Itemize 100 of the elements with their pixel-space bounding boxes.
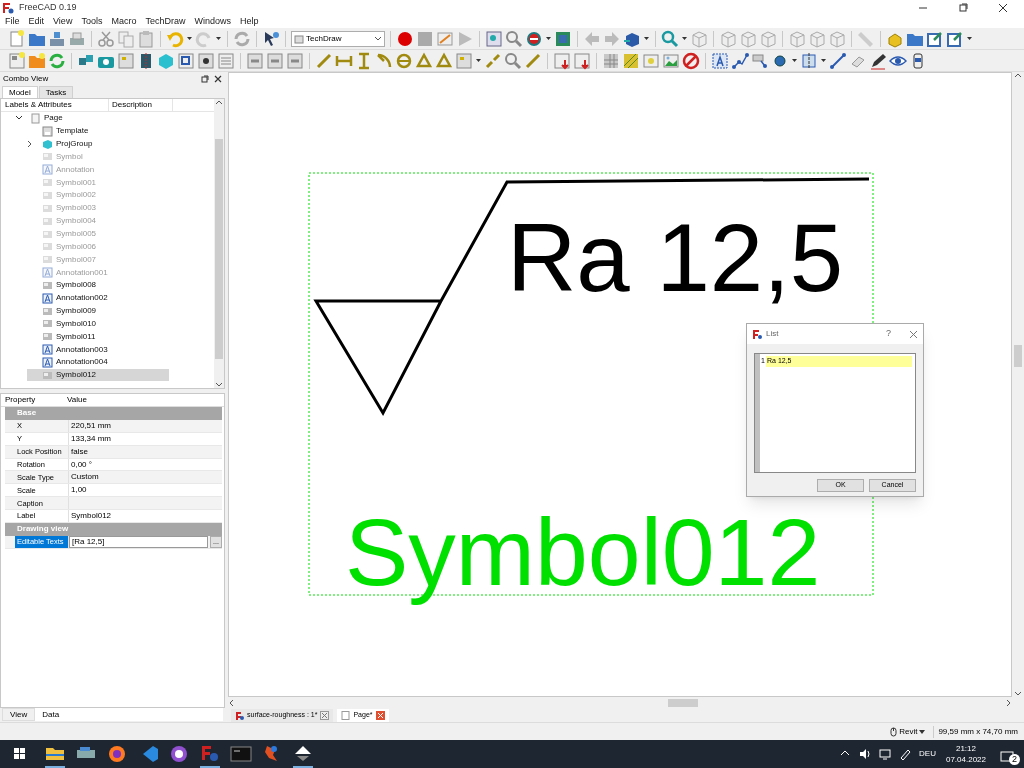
menu-item[interactable]: TechDraw	[145, 15, 186, 29]
letter-a-icon	[42, 356, 53, 368]
chevron-down-icon[interactable]	[1014, 689, 1022, 697]
stop-icon[interactable]	[416, 29, 434, 48]
macro-edit-icon[interactable]	[436, 29, 454, 48]
line-icon[interactable]	[829, 51, 847, 70]
property-value: 1,00	[70, 484, 87, 497]
export-icon[interactable]	[553, 51, 571, 70]
save-icon[interactable]	[48, 29, 66, 48]
chevron-down-icon[interactable]	[15, 115, 23, 122]
export-icon[interactable]	[946, 29, 964, 48]
view-icon[interactable]	[197, 51, 215, 70]
language-indicator[interactable]: DEU	[919, 748, 936, 760]
search-icon[interactable]	[504, 51, 522, 70]
no-entry-icon[interactable]	[525, 29, 543, 48]
column-header[interactable]: Value	[65, 394, 87, 406]
page-icon[interactable]	[8, 51, 26, 70]
letter-a-icon[interactable]	[711, 51, 729, 70]
scrollbar-thumb[interactable]	[1014, 345, 1022, 367]
scissors-icon[interactable]	[97, 29, 115, 48]
refresh-icon[interactable]	[48, 51, 66, 70]
menu-item[interactable]: Edit	[28, 15, 45, 29]
tree-item[interactable]: Page	[15, 112, 65, 125]
surface-roughness-symbol[interactable]	[314, 177, 871, 415]
hatch-icon[interactable]	[602, 51, 620, 70]
undock-icon[interactable]	[201, 74, 209, 83]
close-icon[interactable]	[214, 74, 222, 83]
panel-tab[interactable]: Tasks	[38, 86, 74, 98]
tree-item[interactable]: Symbol008	[27, 279, 99, 292]
dimension-icon[interactable]	[395, 51, 413, 70]
speaker-icon[interactable]	[859, 748, 872, 760]
scrollbar-thumb[interactable]	[215, 139, 223, 359]
navigation-style-button[interactable]: Revit	[890, 725, 926, 738]
dropdown-arrow-icon	[820, 58, 827, 63]
tree-item[interactable]: Symbol010	[27, 317, 99, 330]
search-icon[interactable]	[505, 29, 523, 48]
scrollbar-thumb[interactable]	[668, 698, 698, 707]
template-icon	[42, 125, 53, 137]
chevron-left-icon[interactable]	[228, 698, 236, 707]
dimension-icon[interactable]	[435, 51, 453, 70]
chevron-up-icon[interactable]	[215, 99, 223, 107]
clock-date[interactable]: 07.04.2022	[945, 754, 986, 765]
menu-item[interactable]: Tools	[81, 15, 103, 29]
clock-time[interactable]: 21:12	[955, 743, 976, 754]
column-header[interactable]: Labels & Attributes	[1, 99, 109, 111]
dimension-icon[interactable]	[375, 51, 393, 70]
tree-item[interactable]: Symbol011	[27, 330, 98, 343]
column-header[interactable]: Property	[1, 394, 65, 406]
export-icon[interactable]	[926, 29, 944, 48]
tree-item[interactable]: Annotation002	[27, 292, 110, 305]
clone-icon[interactable]	[177, 51, 195, 70]
network-icon[interactable]	[879, 748, 892, 760]
tree-item[interactable]: Symbol009	[27, 305, 99, 318]
chevron-right-icon[interactable]	[1004, 698, 1012, 707]
tree-item[interactable]: Symbol012	[27, 369, 169, 382]
menu-item[interactable]: File	[5, 15, 20, 29]
image-icon	[42, 215, 53, 227]
pen-icon[interactable]	[899, 748, 912, 760]
panel-tab[interactable]: Data	[35, 708, 67, 721]
cube-icon[interactable]	[554, 29, 572, 48]
no-entry-icon[interactable]	[682, 51, 700, 70]
help-pointer-icon[interactable]	[262, 29, 280, 48]
zoom-icon[interactable]	[661, 29, 679, 48]
tree-item[interactable]: Template	[27, 125, 91, 138]
chevron-down-icon[interactable]	[215, 380, 223, 388]
menu-item[interactable]: Windows	[194, 15, 231, 29]
dimension-icon[interactable]	[315, 51, 333, 70]
chain-icon[interactable]	[484, 51, 502, 70]
notification-icon[interactable]	[1000, 751, 1014, 763]
export-icon[interactable]	[573, 51, 591, 70]
panel-tab[interactable]: Model	[2, 86, 38, 98]
refresh-icon[interactable]	[233, 29, 251, 48]
centerline-icon[interactable]	[800, 51, 818, 70]
pencil-icon[interactable]	[869, 51, 887, 70]
new-document-icon[interactable]	[8, 29, 26, 48]
leader-icon[interactable]	[751, 51, 769, 70]
play-icon[interactable]	[456, 29, 474, 48]
tree-item[interactable]: ProjGroup	[27, 138, 95, 151]
tree-item[interactable]: Annotation003	[27, 343, 110, 356]
panel-tab[interactable]: View	[2, 708, 36, 721]
zoom-fit-icon[interactable]	[485, 29, 503, 48]
chevron-right-icon[interactable]	[27, 140, 33, 149]
menu-item[interactable]: View	[53, 15, 73, 29]
chevron-up-icon[interactable]	[1014, 72, 1022, 80]
help-button[interactable]: ?	[886, 327, 891, 341]
clipboard-icon[interactable]	[137, 29, 155, 48]
record-icon[interactable]	[396, 29, 414, 48]
dimension-icon[interactable]	[524, 51, 542, 70]
tree-item[interactable]: Annotation004	[27, 356, 110, 369]
scrollbar[interactable]	[1012, 72, 1024, 697]
dimension-icon[interactable]	[415, 51, 433, 70]
menu-item[interactable]: Help	[239, 15, 259, 29]
printer-icon[interactable]	[68, 29, 86, 48]
workbench-dropdown[interactable]: TechDraw	[291, 30, 385, 47]
column-header[interactable]: Description	[109, 99, 173, 111]
scrollbar[interactable]	[214, 99, 224, 388]
hatch-icon[interactable]	[622, 51, 640, 70]
nodes-icon[interactable]	[731, 51, 749, 70]
menu-item[interactable]: Macro	[111, 15, 137, 29]
image-icon[interactable]	[662, 51, 680, 70]
